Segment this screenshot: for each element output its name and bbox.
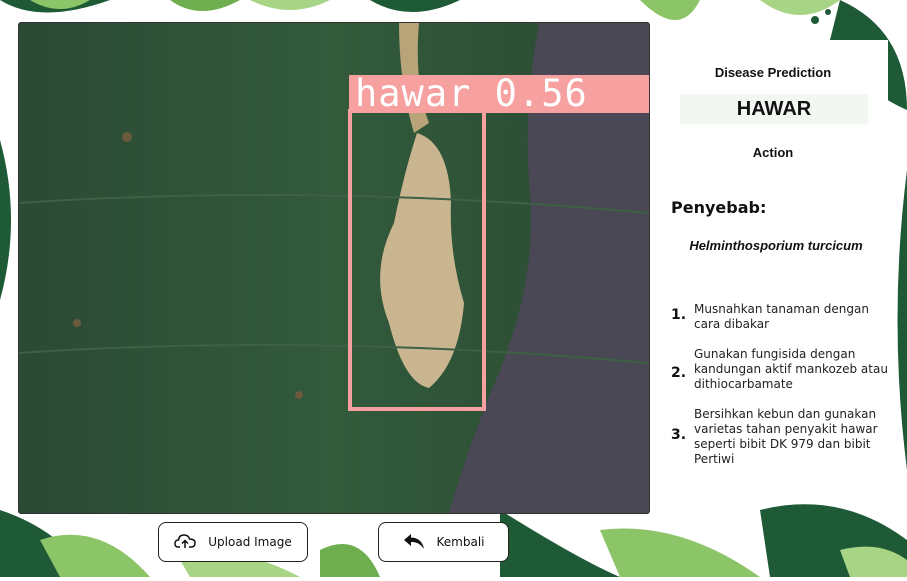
upload-image-button[interactable]: Upload Image bbox=[158, 522, 308, 562]
back-button[interactable]: Kembali bbox=[378, 522, 509, 562]
upload-button-label: Upload Image bbox=[208, 535, 292, 549]
leaf-decoration-right bbox=[888, 170, 907, 470]
back-arrow-icon bbox=[403, 532, 425, 553]
cause-name: Helminthosporium turcicum bbox=[689, 238, 863, 253]
action-text: Bersihkan kebun dan gunakan varietas tah… bbox=[694, 407, 878, 466]
prediction-panel: Disease Prediction HAWAR Action Penyebab… bbox=[668, 40, 888, 502]
prediction-result: HAWAR bbox=[680, 94, 868, 124]
action-text: Gunakan fungisida dengan kandungan aktif… bbox=[694, 347, 888, 391]
cause-heading: Penyebab: bbox=[671, 198, 767, 217]
cloud-upload-icon bbox=[174, 533, 197, 552]
action-number: 2. bbox=[671, 365, 687, 381]
action-number: 1. bbox=[671, 307, 687, 323]
back-button-label: Kembali bbox=[436, 535, 485, 549]
detection-label: hawar 0.56 bbox=[349, 75, 649, 113]
leaf-decoration-top bbox=[170, 0, 470, 24]
action-number: 3. bbox=[671, 427, 687, 443]
prediction-heading: Disease Prediction bbox=[714, 65, 832, 80]
detection-image: hawar 0.56 bbox=[18, 22, 650, 514]
action-text: Musnahkan tanaman dengan cara dibakar bbox=[694, 302, 869, 331]
action-heading: Action bbox=[752, 145, 794, 160]
leaf-decoration-left bbox=[0, 140, 18, 300]
